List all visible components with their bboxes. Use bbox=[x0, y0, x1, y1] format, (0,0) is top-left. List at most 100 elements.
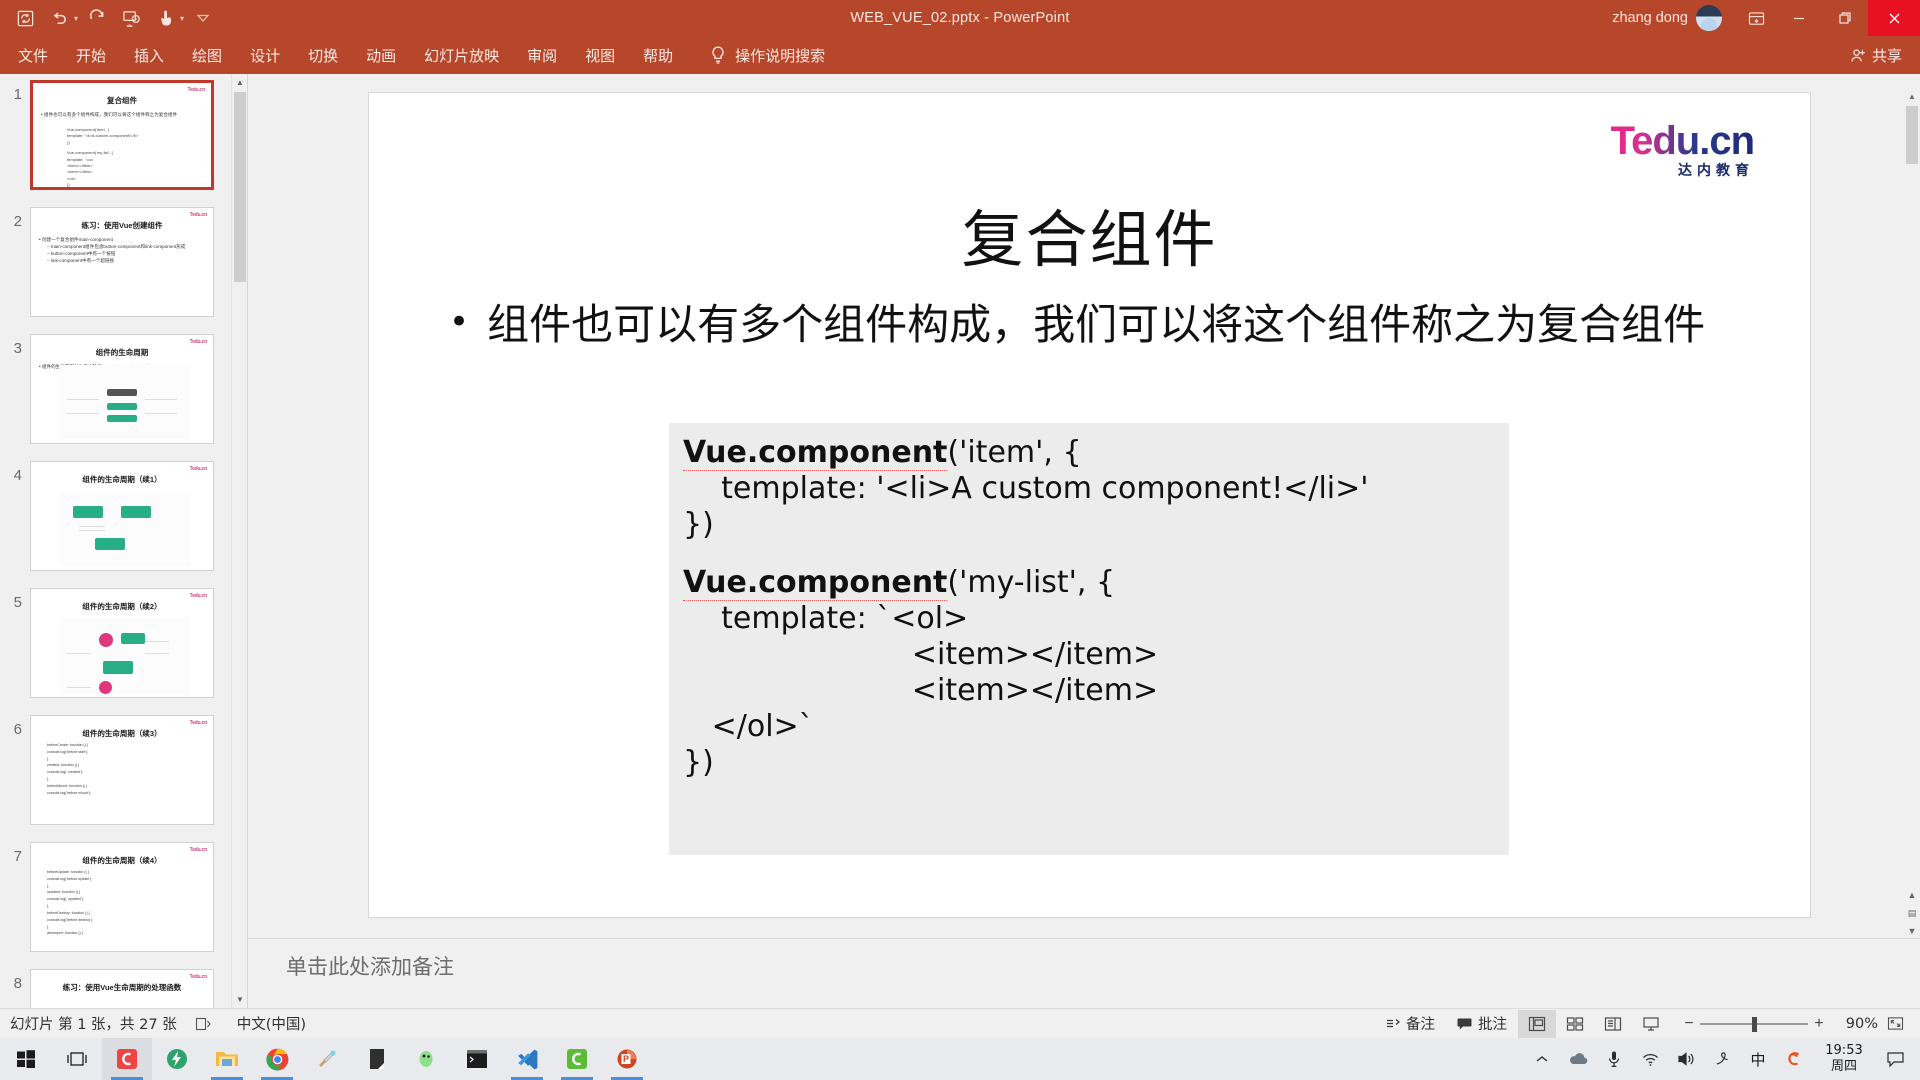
share-button[interactable]: 共享 bbox=[1850, 45, 1902, 66]
slide-code-block[interactable]: Vue.component('item', { template: '<li>A… bbox=[669, 423, 1509, 855]
thumbnail-slide-8[interactable]: Tedu.cn 练习：使用Vue生命周期的处理函数 bbox=[30, 969, 214, 1008]
onedrive-icon[interactable] bbox=[1560, 1038, 1596, 1080]
volume-icon[interactable] bbox=[1668, 1038, 1704, 1080]
thumbnail-row-8[interactable]: 8 Tedu.cn 练习：使用Vue生命周期的处理函数 bbox=[0, 969, 247, 1008]
scroll-up-icon[interactable]: ▲ bbox=[1904, 88, 1920, 105]
taskbar-clock[interactable]: 19:53 周四 bbox=[1812, 1038, 1876, 1080]
tab-view[interactable]: 视图 bbox=[571, 36, 629, 74]
view-slideshow-button[interactable] bbox=[1632, 1010, 1670, 1038]
nvidia-icon[interactable] bbox=[1704, 1038, 1740, 1080]
zoom-level-label[interactable]: 90% bbox=[1830, 1016, 1878, 1032]
thumbnail-slide-7[interactable]: Tedu.cn 组件的生命周期（续4） beforeUpdate: functi… bbox=[30, 842, 214, 952]
taskbar-item-powerpoint[interactable]: P bbox=[602, 1038, 652, 1080]
notes-placeholder[interactable]: 单击此处添加备注 bbox=[286, 951, 1890, 997]
redo-icon[interactable] bbox=[82, 4, 112, 32]
thumbnail-row-3[interactable]: 3 Tedu.cn 组件的生命周期 • 组件的生命周期分为四个阶段 create… bbox=[0, 334, 247, 461]
taskbar-item-vscode[interactable] bbox=[502, 1038, 552, 1080]
taskbar-item-webstorm[interactable] bbox=[152, 1038, 202, 1080]
slide-body-bullet[interactable]: • 组件也可以有多个组件构成，我们可以将这个组件称之为复合组件 bbox=[449, 297, 1738, 352]
fit-slide-to-window-button[interactable] bbox=[1878, 1016, 1912, 1031]
close-button[interactable] bbox=[1868, 0, 1920, 36]
touch-mode-icon[interactable] bbox=[150, 4, 180, 32]
thumbnail-slide-6[interactable]: Tedu.cn 组件的生命周期（续3） beforeCreate: functi… bbox=[30, 715, 214, 825]
taskbar-item-clion[interactable] bbox=[102, 1038, 152, 1080]
thumbnail-row-5[interactable]: 5 Tedu.cn 组件的生命周期（续2） bbox=[0, 588, 247, 715]
thumbnail-slide-4[interactable]: Tedu.cn 组件的生命周期（续1） bbox=[30, 461, 214, 571]
restore-button[interactable] bbox=[1822, 0, 1868, 36]
tab-review[interactable]: 审阅 bbox=[513, 36, 571, 74]
tedu-logo-icon: Tedu.cn bbox=[189, 974, 208, 980]
thumbnail-slide-3[interactable]: Tedu.cn 组件的生命周期 • 组件的生命周期分为四个阶段 create/m… bbox=[30, 334, 214, 444]
zoom-control[interactable]: − + bbox=[1678, 1010, 1830, 1038]
taskbar-item-paint[interactable] bbox=[302, 1038, 352, 1080]
tab-file[interactable]: 文件 bbox=[0, 36, 62, 74]
scroll-down-icon[interactable]: ▼ bbox=[232, 991, 247, 1008]
slide-title[interactable]: 复合组件 bbox=[369, 189, 1810, 279]
thumbnail-row-4[interactable]: 4 Tedu.cn 组件的生命周期（续1） bbox=[0, 461, 247, 588]
tab-draw[interactable]: 绘图 bbox=[178, 36, 236, 74]
tab-help[interactable]: 帮助 bbox=[629, 36, 687, 74]
undo-icon[interactable] bbox=[44, 4, 74, 32]
microphone-icon[interactable] bbox=[1596, 1038, 1632, 1080]
zoom-slider-handle[interactable] bbox=[1752, 1016, 1757, 1032]
thumbnail-slide-1[interactable]: Tedu.cn 复合组件 • 组件也可以有多个组件构成，我们可以将这个组件称之为… bbox=[30, 80, 214, 190]
scrollbar-thumb[interactable] bbox=[234, 92, 246, 282]
tell-me-search[interactable]: 操作说明搜索 bbox=[709, 45, 825, 66]
view-normal-button[interactable] bbox=[1518, 1009, 1556, 1038]
comments-button[interactable]: 批注 bbox=[1446, 1010, 1518, 1038]
slide-thumbnail-pane[interactable]: 1 Tedu.cn 复合组件 • 组件也可以有多个组件构成，我们可以将这个组件称… bbox=[0, 74, 248, 1008]
sogou-icon[interactable] bbox=[1776, 1038, 1812, 1080]
thumbnail-row-1[interactable]: 1 Tedu.cn 复合组件 • 组件也可以有多个组件构成，我们可以将这个组件称… bbox=[0, 80, 247, 207]
thumbnail-slide-2[interactable]: Tedu.cn 练习：使用Vue创建组件 • 创建一个复合组件main-comp… bbox=[30, 207, 214, 317]
autosave-icon[interactable] bbox=[10, 4, 40, 32]
start-slideshow-icon[interactable] bbox=[116, 4, 146, 32]
tab-transitions[interactable]: 切换 bbox=[294, 36, 352, 74]
wifi-icon[interactable] bbox=[1632, 1038, 1668, 1080]
slide-vertical-scrollbar[interactable]: ▲ ▲ ▤ ▼ bbox=[1904, 74, 1920, 944]
taskbar-item-xshell[interactable] bbox=[402, 1038, 452, 1080]
thumbnail-row-7[interactable]: 7 Tedu.cn 组件的生命周期（续4） beforeUpdate: func… bbox=[0, 842, 247, 969]
view-slide-sorter-button[interactable] bbox=[1556, 1010, 1594, 1038]
zoom-in-button[interactable]: + bbox=[1808, 1015, 1830, 1033]
minimize-button[interactable] bbox=[1776, 0, 1822, 36]
scroll-up-icon[interactable]: ▲ bbox=[232, 74, 247, 91]
ime-icon[interactable]: 中 bbox=[1740, 1038, 1776, 1080]
task-view-button[interactable] bbox=[52, 1038, 102, 1080]
notes-toggle-button[interactable]: 备注 bbox=[1374, 1010, 1446, 1038]
taskbar-item-notepad[interactable] bbox=[352, 1038, 402, 1080]
tab-home[interactable]: 开始 bbox=[62, 36, 120, 74]
clion-icon bbox=[117, 1049, 137, 1069]
tab-insert[interactable]: 插入 bbox=[120, 36, 178, 74]
undo-dropdown-icon[interactable]: ▾ bbox=[74, 14, 78, 23]
account-name[interactable]: zhang dong bbox=[1612, 10, 1688, 26]
touch-mode-dropdown-icon[interactable]: ▾ bbox=[180, 14, 184, 23]
tab-animations[interactable]: 动画 bbox=[352, 36, 410, 74]
thumbnail-scrollbar[interactable]: ▲ ▼ bbox=[231, 74, 247, 1008]
start-button[interactable] bbox=[0, 1038, 52, 1080]
slide-navigator-icon[interactable]: ▤ bbox=[1904, 904, 1920, 922]
zoom-slider[interactable] bbox=[1700, 1010, 1808, 1038]
accessibility-icon[interactable] bbox=[195, 1016, 211, 1032]
customize-qat-icon[interactable] bbox=[188, 4, 218, 32]
ribbon-display-options-button[interactable] bbox=[1736, 0, 1776, 36]
taskbar-item-chrome[interactable] bbox=[252, 1038, 302, 1080]
tab-slideshow[interactable]: 幻灯片放映 bbox=[410, 36, 513, 74]
avatar[interactable] bbox=[1696, 5, 1722, 31]
zoom-out-button[interactable]: − bbox=[1678, 1015, 1700, 1033]
view-reading-button[interactable] bbox=[1594, 1010, 1632, 1038]
current-slide[interactable]: Tedu.cn 达内教育 复合组件 • 组件也可以有多个组件构成，我们可以将这个… bbox=[368, 92, 1811, 918]
previous-slide-icon[interactable]: ▲ bbox=[1904, 886, 1920, 904]
taskbar-item-file-explorer[interactable] bbox=[202, 1038, 252, 1080]
scrollbar-thumb[interactable] bbox=[1906, 106, 1918, 164]
thumbnail-slide-5[interactable]: Tedu.cn 组件的生命周期（续2） bbox=[30, 588, 214, 698]
thumbnail-row-6[interactable]: 6 Tedu.cn 组件的生命周期（续3） beforeCreate: func… bbox=[0, 715, 247, 842]
taskbar-item-terminal[interactable] bbox=[452, 1038, 502, 1080]
tab-design[interactable]: 设计 bbox=[236, 36, 294, 74]
notes-pane[interactable]: 单击此处添加备注 bbox=[248, 938, 1920, 1008]
slide-count-label[interactable]: 幻灯片 第 1 张，共 27 张 bbox=[10, 1013, 177, 1034]
taskbar-item-pycharm[interactable] bbox=[552, 1038, 602, 1080]
thumbnail-row-2[interactable]: 2 Tedu.cn 练习：使用Vue创建组件 • 创建一个复合组件main-co… bbox=[0, 207, 247, 334]
language-label[interactable]: 中文(中国) bbox=[237, 1013, 306, 1034]
action-center-button[interactable] bbox=[1876, 1038, 1914, 1080]
show-hidden-icons-icon[interactable] bbox=[1524, 1038, 1560, 1080]
